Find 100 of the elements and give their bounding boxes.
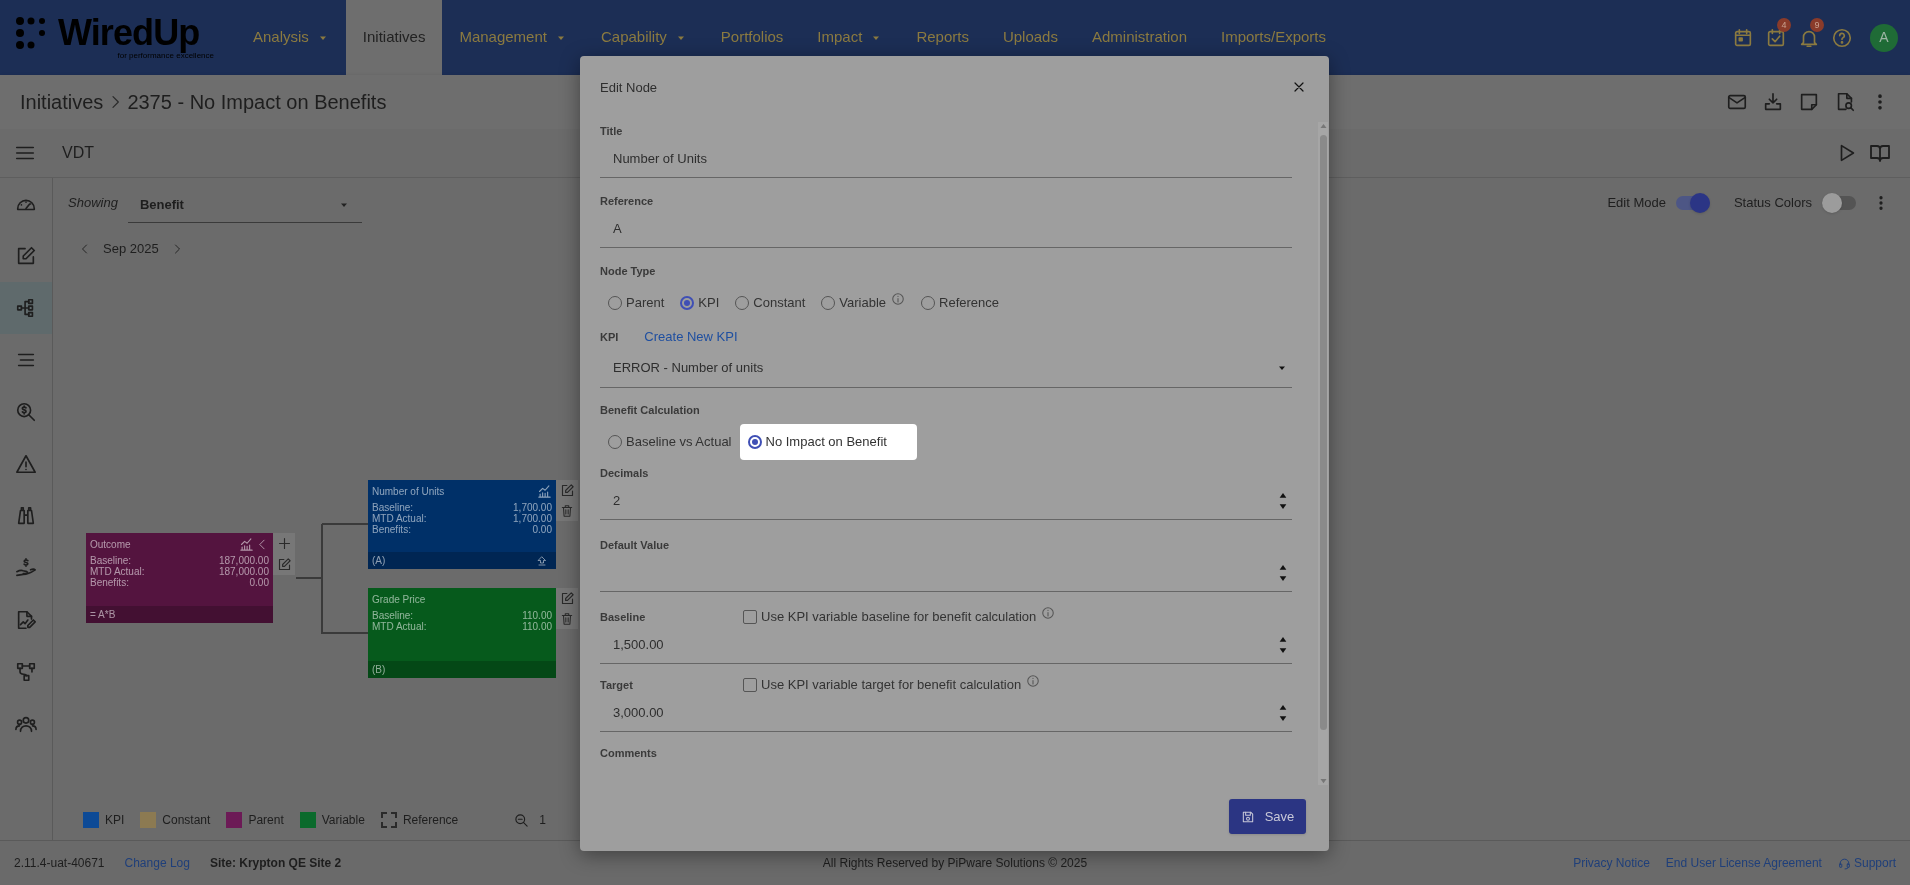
scroll-up-icon [1318, 122, 1328, 131]
node-card[interactable]: Number of Units Baseline: 1,700.00 MTD Actual: 1,700.00 Benefits: 0.00 (A) [368, 480, 556, 569]
info-icon[interactable] [891, 292, 906, 306]
nav-tab[interactable]: Administration [1074, 0, 1204, 75]
dialog-title: Edit Node [600, 79, 658, 97]
legend-label: Variable [321, 812, 365, 829]
edit-icon[interactable] [276, 557, 292, 572]
headset-icon [1837, 856, 1851, 870]
legend-label: KPI [105, 812, 125, 829]
nav-tab[interactable]: Analysis [236, 0, 346, 75]
radio-option[interactable]: No Impact on Benefit [739, 424, 917, 460]
copyright-text: All Rights Reserved by PiPware Solutions © 2025 [822, 856, 1088, 870]
site-name: Site: Krypton QE Site 2 [209, 855, 342, 872]
edit-icon[interactable] [559, 591, 575, 606]
radio-button[interactable] [747, 435, 762, 449]
metric-value: 0.00 [532, 524, 552, 535]
delete-icon[interactable] [560, 612, 574, 626]
create-kpi-link[interactable]: Create New KPI [644, 327, 738, 347]
metric-value: 1,700.00 [513, 513, 552, 524]
scrollbar[interactable] [1318, 122, 1328, 785]
toggle-switch[interactable] [1822, 193, 1856, 213]
metric-value: 1,700.00 [513, 502, 552, 513]
number-field[interactable]: 3,000.00 [600, 694, 1292, 732]
nav-tab[interactable]: Initiatives [345, 0, 443, 75]
save-icon [1240, 809, 1255, 824]
info-icon[interactable] [1026, 674, 1041, 688]
radio-option[interactable]: KPI [672, 285, 728, 321]
note-icon[interactable] [1798, 91, 1820, 113]
delete-icon[interactable] [560, 504, 574, 518]
metric-label: MTD Actual: [90, 566, 145, 577]
chart-icon[interactable] [537, 483, 552, 499]
radio-option[interactable]: Constant [727, 285, 814, 321]
legend-label: Constant [162, 812, 211, 829]
metric-value: 110.00 [522, 610, 552, 621]
field-label: Baseline [600, 609, 647, 625]
edit-icon[interactable] [559, 483, 575, 498]
node-card[interactable]: Grade Price Baseline: 110.00 MTD Actual: 110.00 (B) [368, 588, 556, 678]
add-icon[interactable] [276, 536, 292, 551]
info-icon[interactable] [1041, 606, 1056, 620]
field-label: Reference [600, 193, 655, 209]
metric-label: Baseline: [90, 555, 132, 566]
checkbox[interactable] [743, 678, 757, 692]
period-label: Sep 2025 [103, 240, 159, 259]
radio-option[interactable]: Parent [600, 285, 673, 321]
upload-icon[interactable] [536, 554, 548, 567]
task-check-icon[interactable] [1765, 26, 1787, 49]
showing-label: Showing [68, 194, 118, 213]
number-field[interactable]: 1,500.00 [600, 626, 1292, 664]
radio-option[interactable]: Variable [813, 285, 914, 321]
metric-value: 187,000.00 [218, 555, 269, 566]
radio-button[interactable] [680, 296, 695, 310]
checkbox-option[interactable]: Use KPI variable baseline for benefit calculation [743, 607, 1056, 627]
logo-text: WiredUp [58, 15, 200, 51]
metric-label: Benefits: [372, 524, 411, 535]
radio-option[interactable]: Baseline vs Actual [600, 424, 740, 460]
text-field[interactable]: A [600, 210, 1292, 248]
user-avatar[interactable]: A [1870, 23, 1898, 52]
money-search-icon [15, 401, 37, 423]
nav-tab[interactable]: Portfolios [703, 0, 801, 75]
node-formula: (A) [372, 554, 386, 568]
help-icon[interactable] [1831, 26, 1853, 49]
field-label: Default Value [600, 537, 671, 553]
checkbox[interactable] [743, 610, 757, 624]
chart-icon[interactable] [239, 536, 254, 552]
toggle-switch[interactable] [1675, 193, 1710, 213]
document-edit-icon [15, 609, 37, 631]
field-label: Node Type [600, 263, 657, 279]
toggle-label: Edit Mode [1607, 194, 1666, 213]
kpi-dropdown[interactable]: ERROR - Number of units [600, 349, 1292, 388]
number-field[interactable]: 2 [600, 482, 1292, 520]
zoom-out-icon[interactable] [514, 812, 530, 828]
sidebar-item[interactable] [0, 282, 52, 334]
edit-icon [15, 245, 37, 267]
calendar-icon[interactable] [1732, 26, 1754, 49]
metric-label: MTD Actual: [372, 621, 427, 632]
metric-value: 187,000.00 [218, 566, 269, 577]
text-field[interactable]: Number of Units [600, 140, 1292, 178]
metric-label: MTD Actual: [372, 513, 427, 524]
nav-tab[interactable]: Imports/Exports [1204, 0, 1344, 75]
count-badge: 9 [1810, 17, 1824, 32]
network-icon [15, 661, 37, 683]
logo-tagline: for performance excellence [117, 52, 215, 60]
node-title: Outcome [90, 537, 132, 552]
save-button[interactable]: Save [1229, 799, 1306, 834]
download-icon[interactable] [1762, 91, 1784, 113]
metric-label: Baseline: [372, 610, 414, 621]
page-title: 2375 - No Impact on Benefits [127, 90, 387, 115]
nav-tab[interactable]: Reports [899, 0, 986, 75]
radio-option[interactable]: Reference [913, 285, 1008, 321]
count-badge: 4 [1777, 17, 1791, 32]
node-title: Grade Price [372, 592, 427, 607]
node-card[interactable]: Outcome Baseline: 187,000.00 MTD Actual: 187,000.00 Benefits: 0.00 = A*B [86, 533, 273, 623]
toggle-label: Status Colors [1733, 194, 1812, 213]
binoculars-icon [15, 505, 37, 527]
checkbox-option[interactable]: Use KPI variable target for benefit calculation [743, 675, 1041, 695]
nav-tab[interactable]: Uploads [985, 0, 1075, 75]
warning-icon [15, 453, 37, 475]
showing-dropdown[interactable]: Benefit [127, 187, 362, 223]
breadcrumb-link[interactable]: Initiatives [20, 87, 104, 117]
zoom-level: 1 [539, 812, 546, 829]
